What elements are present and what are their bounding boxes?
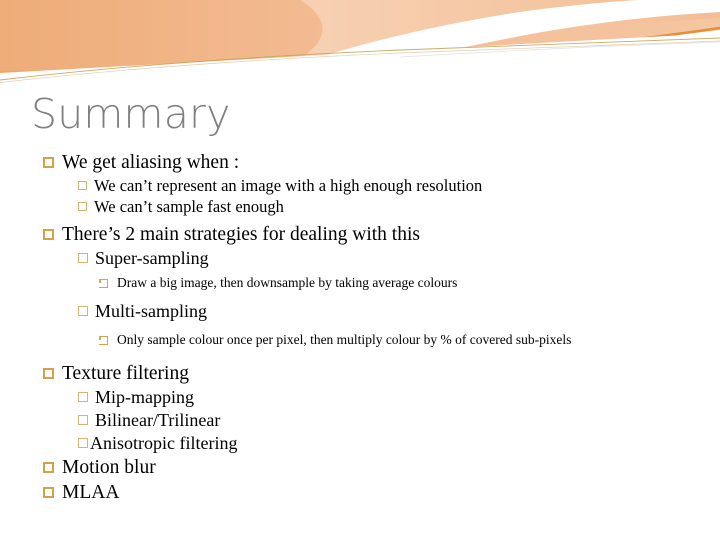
bullet-text: We can’t sample fast enough	[94, 197, 284, 216]
square-bullet-icon	[43, 462, 54, 473]
square-bullet-icon	[43, 487, 54, 498]
corner-bullet-icon	[99, 278, 108, 288]
square-bullet-icon	[78, 415, 88, 425]
square-bullet-icon	[43, 368, 54, 379]
bullet-text: There’s 2 main strategies for dealing wi…	[62, 224, 420, 245]
pale-hairline	[399, 41, 720, 58]
bullet-text: Texture filtering	[62, 363, 189, 384]
slide-body-outline: We get aliasing when : We can’t represen…	[0, 150, 720, 505]
bullet-text: MLAA	[62, 482, 120, 503]
bullet-level1: We get aliasing when :	[0, 150, 720, 175]
bullet-level1: There’s 2 main strategies for dealing wi…	[0, 222, 720, 247]
bullet-level3: Draw a big image, then downsample by tak…	[0, 275, 720, 291]
gold-hairline-lower	[0, 40, 720, 83]
bullet-text: Multi-sampling	[95, 301, 207, 321]
bullet-level2: Bilinear/Trilinear	[0, 409, 720, 432]
bullet-level1: Motion blur	[0, 455, 720, 480]
bullet-level2: We can’t sample fast enough	[0, 196, 720, 217]
bullet-text: We get aliasing when :	[62, 152, 240, 173]
lower-white-area	[0, 33, 720, 92]
square-bullet-icon	[78, 181, 87, 190]
bullet-level2: Mip-mapping	[0, 386, 720, 409]
square-bullet-icon	[78, 253, 88, 263]
square-bullet-icon	[43, 229, 54, 240]
bullet-text: Super-sampling	[95, 248, 209, 268]
bullet-text: Mip-mapping	[95, 387, 194, 407]
corner-bullet-icon	[99, 335, 108, 345]
square-bullet-icon	[78, 202, 87, 211]
bullet-level1: Texture filtering	[0, 361, 720, 386]
bullet-level2: Anisotropic filtering	[0, 432, 720, 455]
bullet-text: Only sample colour once per pixel, then …	[117, 332, 572, 347]
square-bullet-icon	[43, 157, 54, 168]
bullet-text: Bilinear/Trilinear	[95, 410, 221, 430]
bullet-level2: Super-sampling	[0, 247, 720, 270]
square-bullet-icon	[78, 438, 88, 448]
square-bullet-icon	[78, 306, 88, 316]
bullet-level1: MLAA	[0, 480, 720, 505]
bullet-text: We can’t represent an image with a high …	[94, 176, 483, 195]
bullet-text: Anisotropic filtering	[90, 433, 238, 453]
swoosh-main-band	[0, 0, 720, 72]
swoosh-light-band	[300, 0, 720, 58]
header-decoration	[0, 0, 720, 92]
swoosh-white-cut	[220, 0, 720, 92]
square-bullet-icon	[78, 392, 88, 402]
bullet-level3: Only sample colour once per pixel, then …	[0, 332, 720, 348]
gold-hairline-upper	[0, 37, 720, 81]
page-title: Summary	[31, 90, 231, 138]
bullet-text: Motion blur	[62, 457, 156, 478]
bullet-text: Draw a big image, then downsample by tak…	[117, 275, 458, 290]
bullet-level2: Multi-sampling	[0, 300, 720, 323]
bullet-level2: We can’t represent an image with a high …	[0, 175, 720, 196]
swoosh-edge-line	[0, 26, 720, 74]
